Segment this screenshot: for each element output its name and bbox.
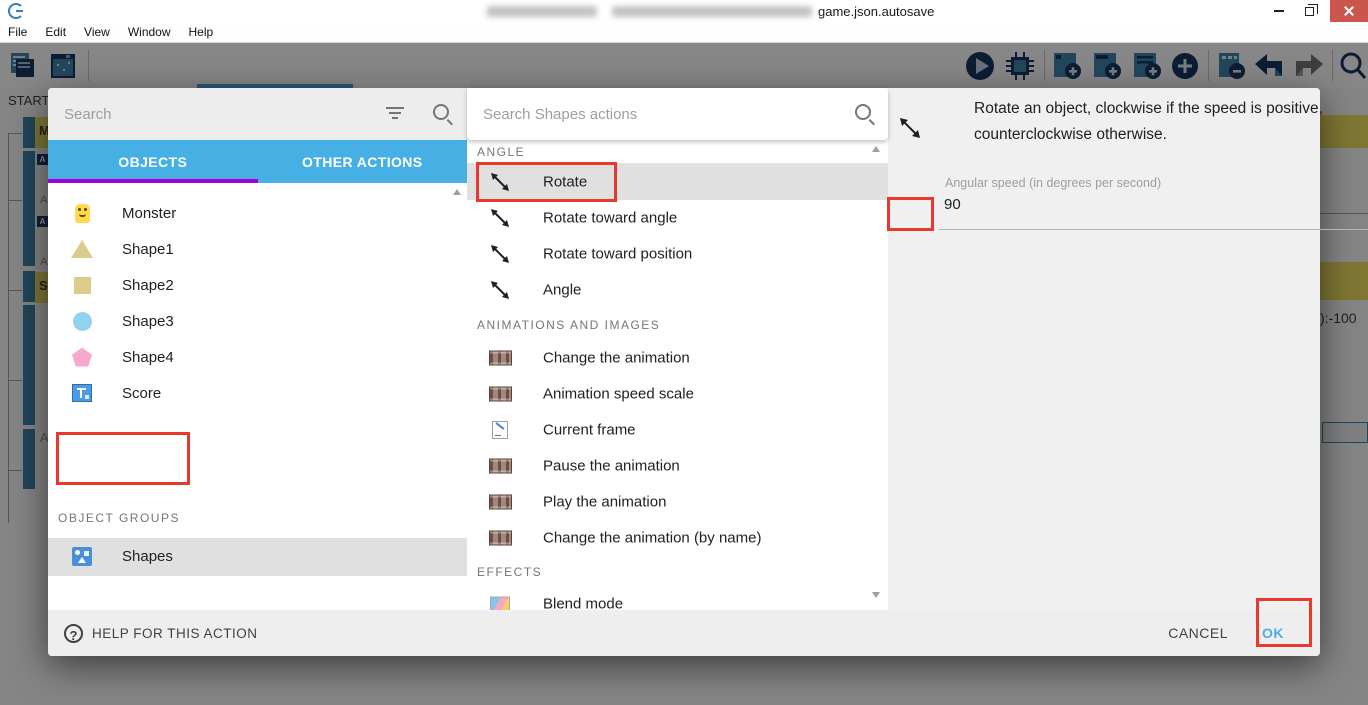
action-row-play-animation[interactable]: Play the animation [467, 484, 888, 520]
scroll-up-icon[interactable] [453, 189, 461, 195]
menu-view[interactable]: View [84, 25, 110, 39]
dialog-footer: ? HELP FOR THIS ACTION CANCEL OK [48, 610, 1320, 656]
rotate-icon [487, 279, 513, 301]
rotate-icon [487, 171, 513, 193]
action-row-pause-animation[interactable]: Pause the animation [467, 448, 888, 484]
tab-other-actions[interactable]: OTHER ACTIONS [258, 140, 468, 183]
rotate-icon [487, 207, 513, 229]
action-row-rotate-toward-angle[interactable]: Rotate toward angle [467, 200, 888, 236]
blend-mode-icon [487, 596, 513, 610]
search-icon[interactable] [855, 104, 871, 120]
restore-button[interactable] [1294, 0, 1324, 22]
action-row-change-animation-by-name[interactable]: Change the animation (by name) [467, 520, 888, 556]
menu-help[interactable]: Help [189, 25, 214, 39]
angular-speed-input[interactable] [944, 196, 1144, 213]
action-editor-dialog: OBJECTS OTHER ACTIONS Monster Shape1 Sha… [48, 88, 1368, 656]
film-icon [487, 458, 513, 474]
action-row-blend-mode[interactable]: Blend mode [467, 586, 888, 610]
angular-speed-label: Angular speed (in degrees per second) [945, 176, 1162, 190]
object-panel-tabs: OBJECTS OTHER ACTIONS [48, 140, 467, 183]
square-icon [70, 276, 94, 294]
title-bar: game.json.autosave [0, 0, 1368, 22]
menu-edit[interactable]: Edit [45, 25, 66, 39]
monster-icon [70, 203, 94, 223]
redacted-title-segment [487, 6, 597, 17]
film-icon [487, 530, 513, 546]
object-groups-header: OBJECT GROUPS [58, 511, 180, 525]
object-row-monster[interactable]: Monster [48, 195, 467, 231]
rotate-icon [898, 116, 922, 145]
actions-search-input[interactable] [483, 105, 813, 123]
rotate-icon [487, 243, 513, 265]
minimize-icon [1274, 10, 1284, 12]
cancel-button[interactable]: CANCEL [1168, 625, 1228, 641]
help-icon: ? [64, 623, 83, 643]
action-description: Rotate an object, clockwise if the speed… [974, 100, 1323, 143]
pentagon-icon [70, 347, 94, 367]
search-icon[interactable] [433, 104, 449, 120]
action-detail-panel: Rotate an object, clockwise if the speed… [888, 88, 1368, 610]
action-row-rotate-toward-position[interactable]: Rotate toward position [467, 236, 888, 272]
object-row-shape1[interactable]: Shape1 [48, 231, 467, 267]
action-row-current-frame[interactable]: Current frame [467, 412, 888, 448]
actions-search-bar [467, 88, 888, 140]
tab-objects[interactable]: OBJECTS [48, 140, 258, 183]
close-button[interactable] [1330, 0, 1368, 22]
film-icon [487, 386, 513, 402]
section-header-effects: EFFECTS [477, 565, 543, 579]
scroll-down-icon[interactable] [872, 592, 880, 598]
actions-list: ANGLE Rotate Rotate toward angle Rotate … [467, 140, 888, 610]
section-header-angle: ANGLE [477, 145, 526, 159]
film-icon [487, 350, 513, 366]
action-row-angle[interactable]: Angle [467, 272, 888, 308]
object-row-score[interactable]: Score [48, 375, 467, 411]
object-row-shape2[interactable]: Shape2 [48, 267, 467, 303]
triangle-icon [70, 240, 94, 258]
filter-icon[interactable] [385, 107, 405, 121]
ok-button[interactable]: OK [1262, 625, 1284, 641]
section-header-animations: ANIMATIONS AND IMAGES [477, 318, 661, 332]
text-object-icon [70, 384, 94, 402]
object-list: Monster Shape1 Shape2 Shape3 Shape4 Scor… [48, 183, 467, 610]
minimize-button[interactable] [1264, 0, 1294, 22]
menu-window[interactable]: Window [128, 25, 171, 39]
object-row-shape3[interactable]: Shape3 [48, 303, 467, 339]
object-group-icon [70, 547, 94, 566]
group-row-shapes[interactable]: Shapes [48, 538, 467, 576]
gdevelop-logo-icon [8, 3, 24, 19]
scroll-up-icon[interactable] [872, 146, 880, 152]
object-row-shape4[interactable]: Shape4 [48, 339, 467, 375]
help-for-this-action-link[interactable]: ? HELP FOR THIS ACTION [64, 623, 258, 643]
frame-icon [487, 421, 513, 439]
action-row-change-animation[interactable]: Change the animation [467, 340, 888, 376]
window-title: game.json.autosave [818, 4, 935, 19]
action-row-animation-speed[interactable]: Animation speed scale [467, 376, 888, 412]
menu-bar: File Edit View Window Help [0, 22, 1368, 43]
object-search-bar [48, 88, 467, 140]
film-icon [487, 494, 513, 510]
action-row-rotate[interactable]: Rotate [467, 163, 888, 200]
restore-icon [1304, 3, 1318, 16]
circle-icon [70, 311, 94, 331]
redacted-title-segment [612, 6, 812, 17]
object-search-input[interactable] [64, 105, 364, 123]
menu-file[interactable]: File [8, 25, 27, 39]
